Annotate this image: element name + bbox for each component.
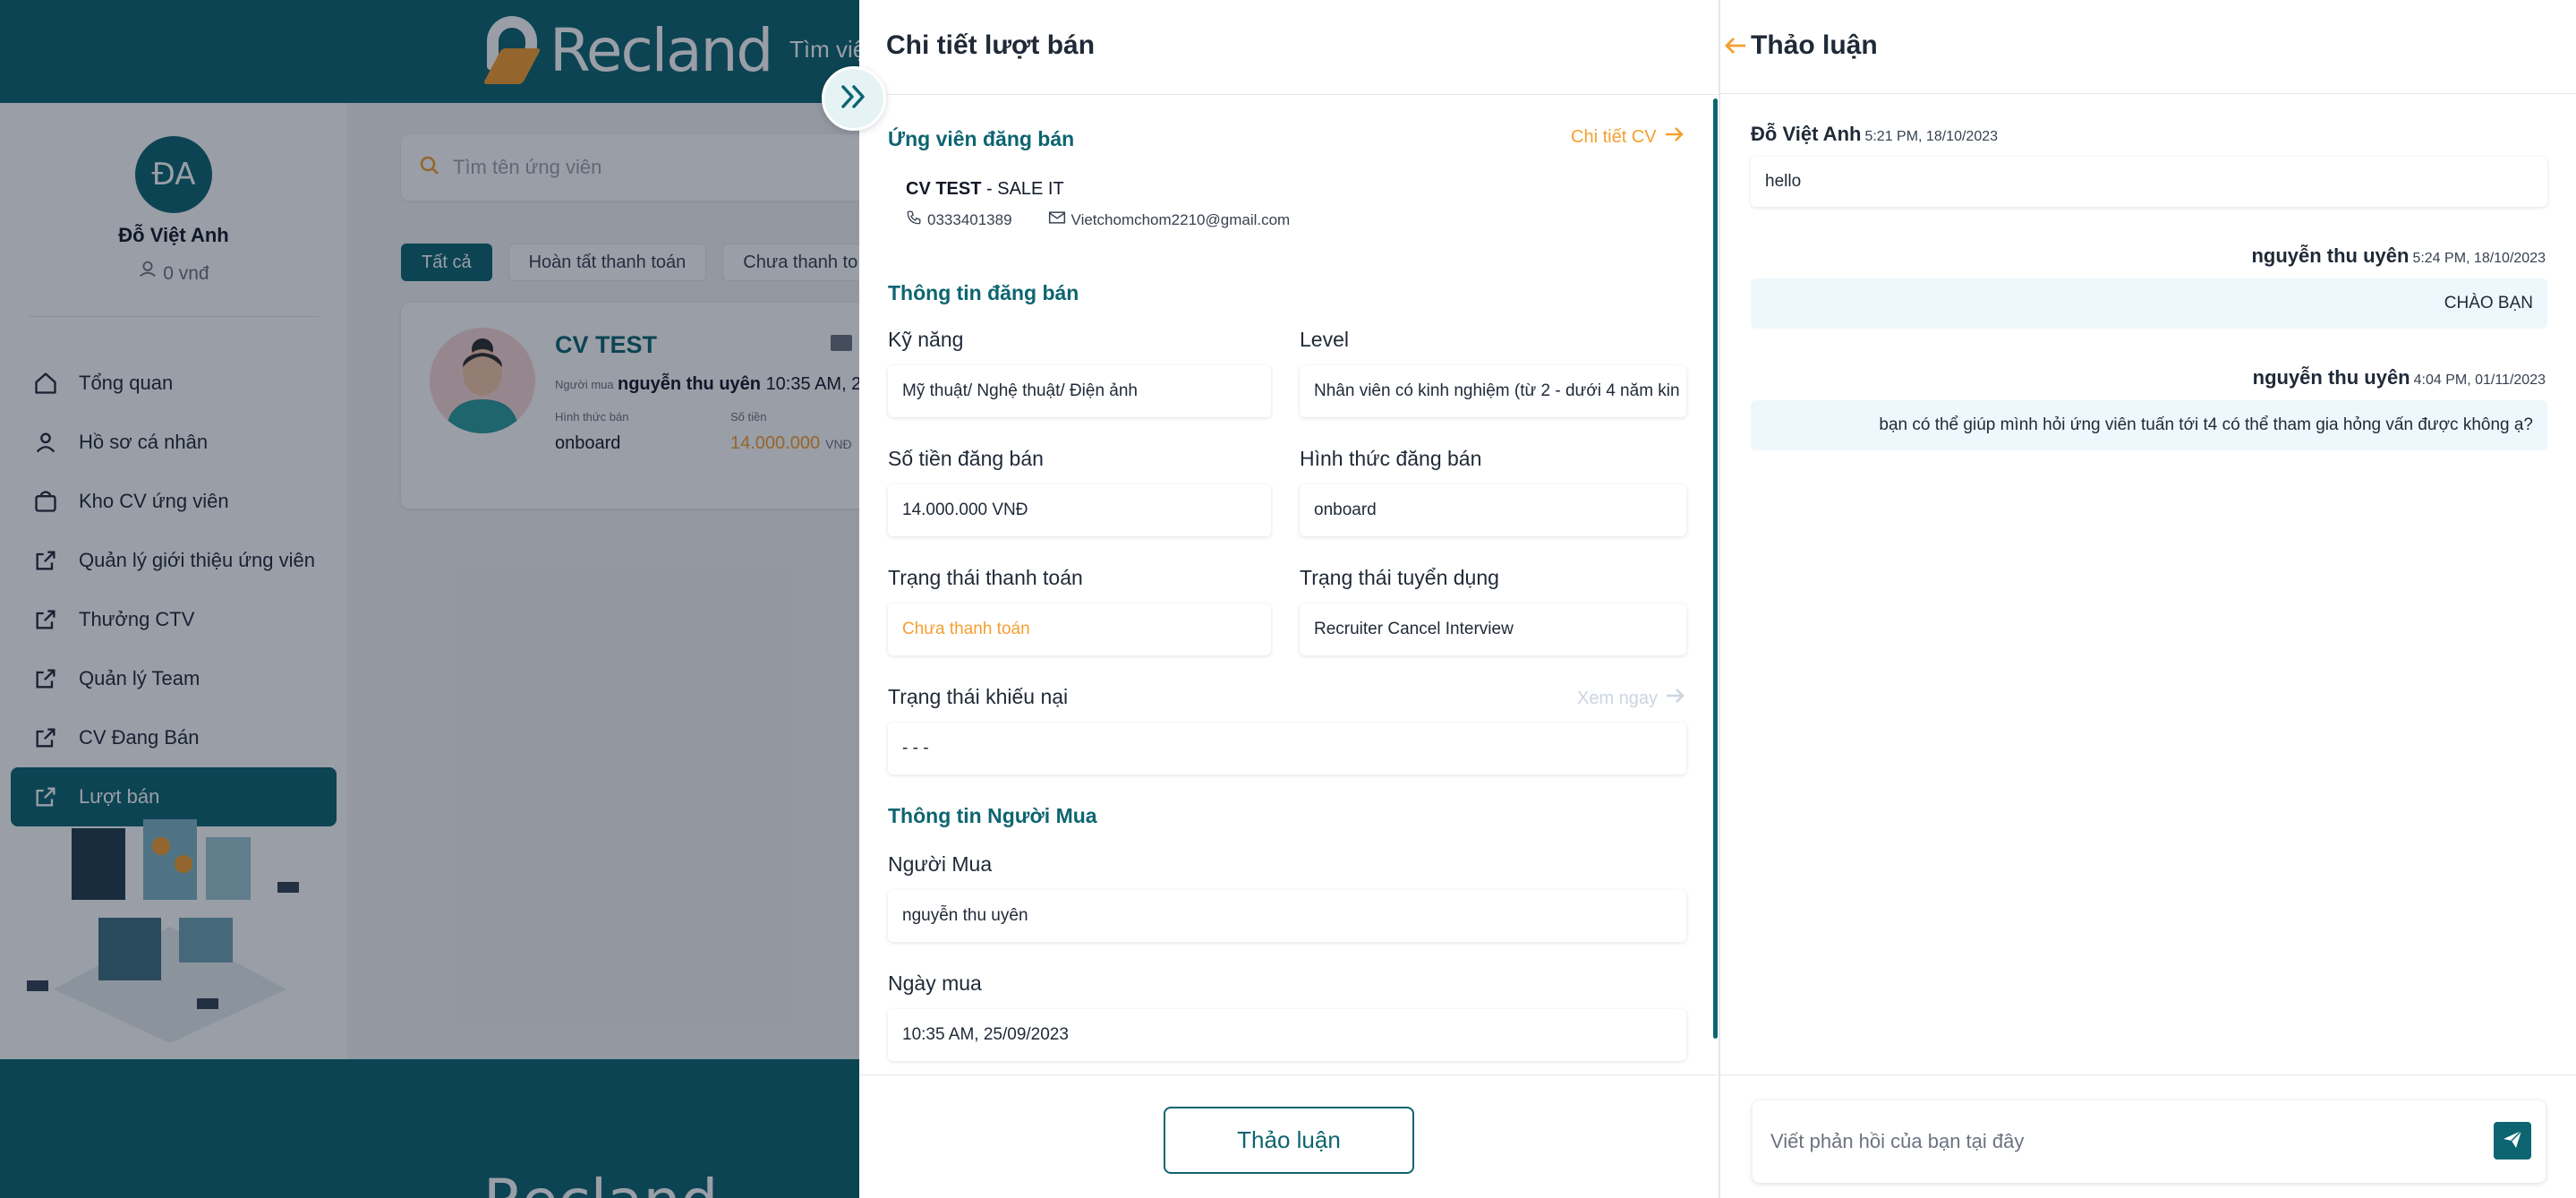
price-field: 14.000.000 VNĐ <box>888 484 1271 536</box>
buyer-section-title: Thông tin Người Mua <box>888 804 1097 827</box>
cv-name: CV TEST <box>906 179 982 199</box>
drawer-content[interactable]: Ứng viên đăng bán Chi tiết CV CV TEST - … <box>859 95 1719 1074</box>
cv-detail-label: Chi tiết CV <box>1571 126 1657 147</box>
discuss-button[interactable]: Thảo luận <box>1164 1107 1414 1174</box>
payment-status-field: Chưa thanh toán <box>888 603 1271 655</box>
arrow-left-icon[interactable] <box>1722 32 1751 61</box>
view-complaint-link[interactable]: Xem ngay <box>1577 687 1686 710</box>
drawer-scrollbar[interactable] <box>1713 98 1718 1039</box>
message-time: 4:04 PM, 01/11/2023 <box>2413 372 2546 388</box>
buy-date-field: 10:35 AM, 25/09/2023 <box>888 1009 1686 1061</box>
drawer-title: Chi tiết lượt bán <box>886 30 1096 60</box>
payment-status-label: Trạng thái thanh toán <box>888 566 1083 589</box>
message-author: nguyễn thu uyên <box>2251 244 2410 267</box>
buy-date-label: Ngày mua <box>888 971 982 995</box>
cv-phone: 0333401389 <box>906 210 1012 230</box>
phone-icon <box>906 210 922 230</box>
view-complaint-label: Xem ngay <box>1577 688 1659 708</box>
cv-email-value: Vietchomchom2210@gmail.com <box>1070 210 1291 228</box>
cv-title: CV TEST - SALE IT <box>906 179 1064 200</box>
send-icon <box>2502 1128 2523 1154</box>
discussion-title: Thảo luận <box>1751 30 1878 60</box>
message-time: 5:21 PM, 18/10/2023 <box>1864 129 1999 144</box>
message-meta: nguyễn thu uyên 5:24 PM, 18/10/2023 <box>2251 244 2546 268</box>
message-author: Đỗ Việt Anh <box>1751 123 1862 145</box>
discussion-footer <box>1720 1074 2576 1198</box>
listing-section-title: Thông tin đăng bán <box>888 281 1079 304</box>
message-meta: nguyễn thu uyên 4:04 PM, 01/11/2023 <box>2253 366 2546 389</box>
level-field: Nhân viên có kinh nghiệm (từ 2 - dưới 4 … <box>1300 365 1686 417</box>
reply-box <box>1753 1100 2546 1183</box>
chevrons-right-icon <box>839 83 869 115</box>
skills-label: Kỹ năng <box>888 328 964 351</box>
sale-detail-drawer: Chi tiết lượt bán Ứng viên đăng bán Chi … <box>859 0 1719 1198</box>
buyer-field: nguyễn thu uyên <box>888 890 1686 942</box>
cv-detail-link[interactable]: Chi tiết CV <box>1571 125 1685 149</box>
cv-phone-value: 0333401389 <box>927 210 1012 228</box>
arrow-right-icon <box>1665 687 1686 710</box>
cv-contact: 0333401389 Vietchomchom2210@gmail.com <box>906 210 1290 230</box>
recruit-status-label: Trạng thái tuyển dụng <box>1300 566 1499 589</box>
recruit-status-field: Recruiter Cancel Interview <box>1300 603 1686 655</box>
level-label: Level <box>1300 328 1349 351</box>
message-bubble: bạn có thể giúp mình hỏi ứng viên tuấn t… <box>1751 400 2547 450</box>
cv-email: Vietchomchom2210@gmail.com <box>1048 210 1291 229</box>
price-label: Số tiền đăng bán <box>888 447 1044 470</box>
send-button[interactable] <box>2494 1122 2531 1159</box>
message-meta: Đỗ Việt Anh 5:21 PM, 18/10/2023 <box>1751 123 1998 146</box>
toggle-discussion-button[interactable] <box>822 66 886 131</box>
message-author: nguyễn thu uyên <box>2252 366 2410 389</box>
reply-input[interactable] <box>1770 1130 2469 1153</box>
complaint-label: Trạng thái khiếu nại <box>888 685 1069 708</box>
skills-field: Mỹ thuật/ Nghệ thuật/ Điện ảnh <box>888 365 1271 417</box>
discussion-header: Thảo luận <box>1720 0 2576 94</box>
form-field: onboard <box>1300 484 1686 536</box>
complaint-field: - - - <box>888 723 1686 774</box>
message-time: 5:24 PM, 18/10/2023 <box>2412 251 2546 266</box>
message-bubble: CHÀO BẠN <box>1751 278 2547 329</box>
mail-icon <box>1048 210 1066 229</box>
drawer-footer: Thảo luận <box>859 1074 1719 1198</box>
cv-role: - SALE IT <box>981 179 1064 199</box>
arrow-right-icon <box>1664 125 1685 149</box>
message-bubble: hello <box>1751 157 2547 207</box>
buyer-label: Người Mua <box>888 852 993 876</box>
form-label: Hình thức đăng bán <box>1300 447 1482 470</box>
discussion-panel: Thảo luận Đỗ Việt Anh 5:21 PM, 18/10/2023… <box>1719 0 2576 1198</box>
candidate-section-title: Ứng viên đăng bán <box>888 127 1075 150</box>
